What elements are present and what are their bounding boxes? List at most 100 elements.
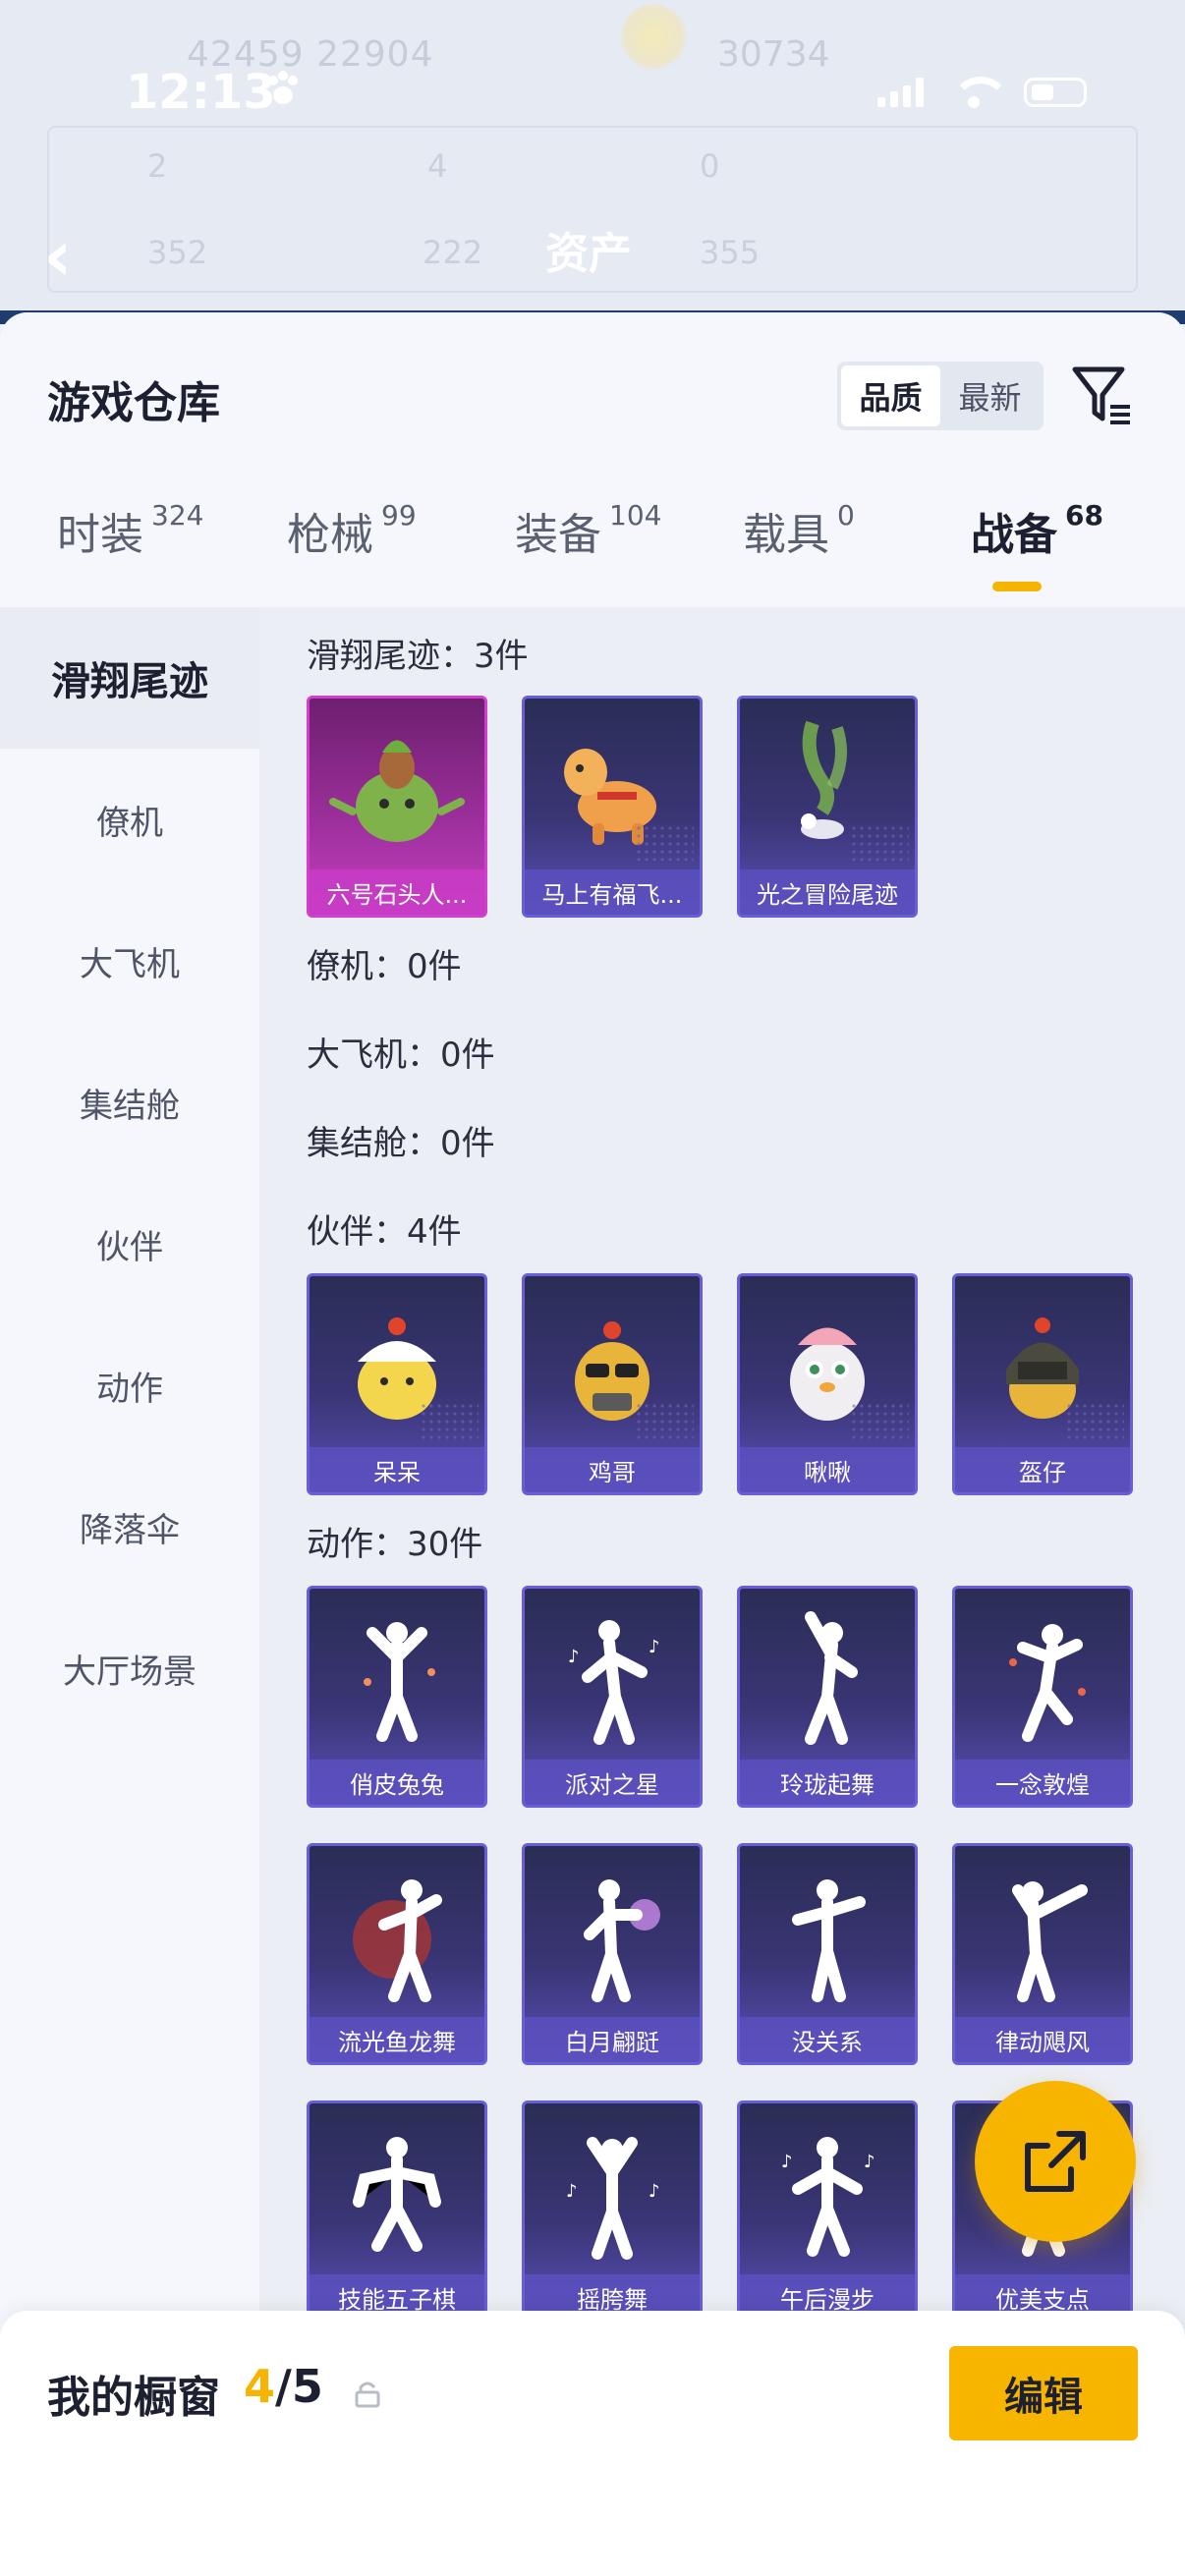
tab-count: 68 <box>1065 499 1103 532</box>
item-name: 马上有福飞... <box>525 869 700 915</box>
wifi-icon <box>951 77 1010 108</box>
sidebar-item-wingman[interactable]: 僚机 <box>0 749 259 890</box>
svg-text:♪: ♪ <box>864 2152 875 2172</box>
item-card[interactable]: 流光鱼龙舞 <box>307 1843 487 2065</box>
item-card[interactable]: 鸡哥 <box>522 1273 703 1495</box>
item-card[interactable]: 呆呆 <box>307 1273 487 1495</box>
item-card[interactable]: ♪ ♪ 派对之星 <box>522 1586 703 1808</box>
item-name: 俏皮兔兔 <box>310 1760 484 1805</box>
warehouse-sheet: 游戏仓库 品质 最新 时装 324 枪械 99 装备 104 载具 0 战备 6… <box>0 312 1185 2576</box>
section-title-wingman: 僚机：0件 <box>307 947 462 986</box>
item-card[interactable]: 玲珑起舞 <box>737 1586 918 1808</box>
svg-text:♪: ♪ <box>781 2152 793 2172</box>
pattern-decoration <box>420 1402 479 1441</box>
sort-quality-button[interactable]: 品质 <box>841 365 940 426</box>
background-header: 42459 22904 30734 2 4 0 352 222 355 ‹ 资产 <box>0 0 1185 324</box>
tab-fashion[interactable]: 时装 324 <box>57 499 203 597</box>
share-button[interactable] <box>975 2081 1136 2242</box>
svg-text:♪: ♪ <box>649 2181 660 2202</box>
showcase-title: 我的橱窗 <box>47 2373 220 2423</box>
dancer-figure-icon <box>310 1846 484 2023</box>
bg-stat: 0 <box>700 147 720 185</box>
item-card[interactable]: 一念敦煌 <box>952 1586 1133 1808</box>
item-card[interactable]: 没关系 <box>737 1843 918 2065</box>
showcase-count: 4/5 <box>244 2360 323 2413</box>
svg-text:♪: ♪ <box>649 1637 660 1657</box>
share-icon <box>1025 2131 1086 2192</box>
signal-icon <box>877 78 924 107</box>
dancer-figure-icon <box>955 1846 1130 2023</box>
sidebar-item-lobby[interactable]: 大厅场景 <box>0 1597 259 1739</box>
item-name: 盔仔 <box>955 1447 1130 1492</box>
dancer-figure-icon <box>955 1589 1130 1765</box>
category-tabs: 时装 324 枪械 99 装备 104 载具 0 战备 68 <box>0 499 1185 597</box>
pattern-decoration <box>1065 1402 1124 1441</box>
pattern-decoration <box>635 824 694 864</box>
dancer-figure-icon: ♪ ♪ <box>525 2103 700 2280</box>
tab-equipment[interactable]: 装备 104 <box>515 499 661 597</box>
item-name: 律动飓风 <box>955 2017 1130 2062</box>
tab-label: 载具 <box>743 510 829 560</box>
stone-creature-icon <box>310 699 484 875</box>
dancer-figure-icon: ♪ ♪ <box>525 1589 700 1765</box>
sort-newest-button[interactable]: 最新 <box>940 365 1040 426</box>
status-bar: 12:13 <box>0 59 1185 138</box>
item-name: 鸡哥 <box>525 1447 700 1492</box>
tab-label: 装备 <box>515 510 601 560</box>
status-time: 12:13 <box>126 65 276 120</box>
bg-stat: 352 <box>147 234 208 271</box>
sidebar-item-assembly[interactable]: 集结舱 <box>0 1032 259 1173</box>
showcase-bar: 我的橱窗 4/5 编辑 <box>0 2311 1185 2576</box>
edit-button[interactable]: 编辑 <box>949 2346 1138 2440</box>
sidebar-item-partner[interactable]: 伙伴 <box>0 1173 259 1315</box>
tab-guns[interactable]: 枪械 99 <box>287 499 417 597</box>
item-card[interactable]: 光之冒险尾迹 <box>737 696 918 918</box>
filter-icon[interactable] <box>1069 362 1136 430</box>
sidebar-item-trail[interactable]: 滑翔尾迹 <box>0 607 259 749</box>
item-card[interactable]: 啾啾 <box>737 1273 918 1495</box>
sidebar-item-bigplane[interactable]: 大飞机 <box>0 890 259 1032</box>
section-title-trail: 滑翔尾迹：3件 <box>307 637 529 676</box>
paw-icon <box>263 69 303 118</box>
back-arrow-icon[interactable]: ‹ <box>43 214 73 297</box>
item-name: 玲珑起舞 <box>740 1760 915 1805</box>
tab-label: 枪械 <box>287 510 373 560</box>
item-card[interactable]: 盔仔 <box>952 1273 1133 1495</box>
sort-toggle: 品质 最新 <box>837 362 1044 430</box>
status-icons <box>877 77 1087 108</box>
showcase-current: 4 <box>244 2360 276 2413</box>
item-name: 没关系 <box>740 2017 915 2062</box>
dancer-figure-icon <box>310 1589 484 1765</box>
bg-stat: 222 <box>423 234 483 271</box>
tab-label: 时装 <box>57 510 143 560</box>
bg-stat: 355 <box>700 234 761 271</box>
pattern-decoration <box>850 1402 909 1441</box>
dancer-figure-icon <box>525 1846 700 2023</box>
item-card[interactable]: 俏皮兔兔 <box>307 1586 487 1808</box>
pattern-decoration <box>850 824 909 864</box>
item-name: 一念敦煌 <box>955 1760 1130 1805</box>
tab-vehicles[interactable]: 载具 0 <box>743 499 855 597</box>
item-name: 白月翩跹 <box>525 2017 700 2062</box>
active-tab-indicator <box>992 582 1042 591</box>
item-card[interactable]: 六号石头人... <box>307 696 487 918</box>
tab-count: 0 <box>837 499 855 532</box>
sidebar-item-parachute[interactable]: 降落伞 <box>0 1456 259 1597</box>
svg-text:♪: ♪ <box>568 1647 580 1667</box>
item-card[interactable]: ♪ ♪ 摇胯舞 <box>522 2100 703 2323</box>
sheet-header: 游戏仓库 品质 最新 时装 324 枪械 99 装备 104 载具 0 战备 6… <box>0 312 1185 607</box>
item-card[interactable]: ♪ ♪ 午后漫步 <box>737 2100 918 2323</box>
item-card[interactable]: 技能五子棋 <box>307 2100 487 2323</box>
dancer-figure-icon: ♪ ♪ <box>740 2103 915 2280</box>
showcase-total: /5 <box>275 2360 323 2413</box>
tab-count: 99 <box>381 499 417 532</box>
item-card[interactable]: 马上有福飞... <box>522 696 703 918</box>
item-name: 啾啾 <box>740 1447 915 1492</box>
category-sidebar: 滑翔尾迹 僚机 大飞机 集结舱 伙伴 动作 降落伞 大厅场景 <box>0 607 259 2576</box>
item-name: 六号石头人... <box>310 869 484 915</box>
sidebar-item-emote[interactable]: 动作 <box>0 1315 259 1456</box>
sheet-title: 游戏仓库 <box>47 378 220 428</box>
item-card[interactable]: 白月翩跹 <box>522 1843 703 2065</box>
bg-stat: 2 <box>147 147 168 185</box>
item-card[interactable]: 律动飓风 <box>952 1843 1133 2065</box>
